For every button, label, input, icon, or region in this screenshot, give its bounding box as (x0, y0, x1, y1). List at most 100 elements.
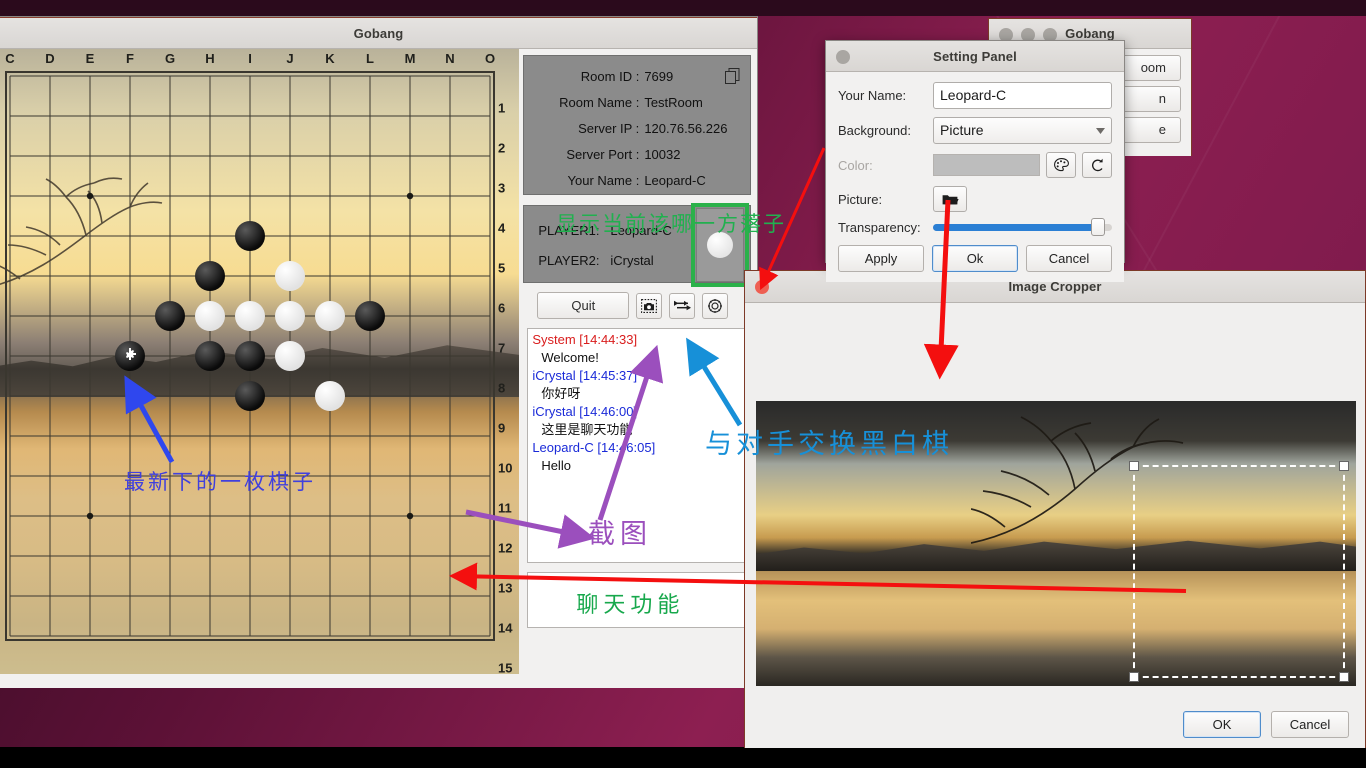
board-row-label: 4 (498, 221, 505, 236)
swap-colors-button[interactable] (669, 293, 695, 319)
transparency-label: Transparency: (838, 220, 933, 235)
camera-icon (641, 299, 657, 313)
board-column-label: M (405, 51, 416, 66)
your-name-row: Your Name: Leopard-C (838, 82, 1112, 109)
board-column-label: K (325, 51, 334, 66)
player2-label: PLAYER2: (538, 253, 599, 268)
board-stone[interactable] (315, 381, 345, 411)
gobang-main-window[interactable]: Gobang CDEFGHIJKLMNO CDEFGHIJKLMNO (0, 16, 758, 688)
crop-cancel-button[interactable]: Cancel (1271, 711, 1349, 738)
board-stone[interactable] (275, 341, 305, 371)
chat-message-text: Welcome! (532, 349, 745, 367)
close-icon[interactable] (836, 50, 850, 64)
board-stone[interactable] (235, 341, 265, 371)
chat-message-header: System [14:44:33] (532, 331, 745, 349)
image-cropper-window[interactable]: Image Cropper OK Cancel (744, 270, 1366, 748)
room-name-label: Room Name : (534, 90, 639, 116)
close-icon[interactable] (755, 280, 769, 294)
color-swatch[interactable] (933, 154, 1040, 176)
setting-title: Setting Panel (933, 49, 1017, 64)
crop-handle-top-right[interactable] (1339, 461, 1349, 471)
board-column-label: H (205, 51, 214, 66)
board-stone[interactable] (355, 301, 385, 331)
room-name-row: Room Name : TestRoom (534, 90, 740, 116)
setting-titlebar: Setting Panel (826, 41, 1124, 72)
board-stone[interactable] (195, 341, 225, 371)
board-column-label: G (165, 51, 175, 66)
board-row-label: 10 (498, 461, 512, 476)
gobang-title: Gobang (354, 26, 404, 41)
color-picker-button[interactable] (1046, 152, 1076, 178)
settings-button[interactable] (702, 293, 728, 319)
board-stone[interactable] (275, 261, 305, 291)
board-stone[interactable] (275, 301, 305, 331)
setting-buttons: Apply Ok Cancel (838, 245, 1112, 272)
crop-handle-bottom-right[interactable] (1339, 672, 1349, 682)
chat-log[interactable]: System [14:44:33] Welcome! iCrystal [14:4… (527, 328, 750, 563)
crop-selection-box[interactable] (1133, 465, 1345, 678)
screenshot-button[interactable] (636, 293, 662, 319)
board-stone[interactable] (195, 261, 225, 291)
player2-value: iCrystal (610, 253, 653, 268)
chat-message-header: iCrystal [14:46:00] (532, 403, 745, 421)
board-row-label: 14 (498, 621, 512, 636)
room-id-label: Room ID : (534, 64, 639, 90)
chat-message-text: 这里是聊天功能 (532, 421, 745, 439)
chat-annotation: 聊天功能 (576, 587, 684, 619)
server-port-value: 10032 (639, 142, 680, 168)
gobang-back-title: Gobang (1065, 26, 1115, 41)
room-id-value: 7699 (639, 64, 673, 90)
background-select[interactable]: Picture (933, 117, 1112, 144)
your-name-value: Leopard-C (639, 168, 705, 194)
player1-value: Leopard-C (610, 223, 671, 238)
board-stone[interactable] (235, 381, 265, 411)
crop-handle-top-left[interactable] (1129, 461, 1139, 471)
cropper-window-controls[interactable] (755, 280, 769, 294)
server-ip-value: 120.76.56.226 (639, 116, 727, 142)
crop-ok-button[interactable]: OK (1183, 711, 1261, 738)
turn-indicator (696, 208, 744, 282)
chat-message-text: 你好呀 (532, 385, 745, 403)
chat-message-header: Leopard-C [14:46:05] (532, 439, 745, 457)
your-name-field[interactable]: Leopard-C (933, 82, 1112, 109)
server-port-row: Server Port : 10032 (534, 142, 740, 168)
quit-button[interactable]: Quit (537, 292, 629, 319)
transparency-slider-knob[interactable] (1091, 218, 1105, 236)
crop-handle-bottom-left[interactable] (1129, 672, 1139, 682)
setting-panel-window[interactable]: Setting Panel Your Name: Leopard-C Backg… (825, 40, 1125, 263)
picture-browse-button[interactable] (933, 186, 967, 212)
setting-window-controls[interactable] (836, 50, 850, 64)
transparency-slider[interactable] (933, 224, 1112, 231)
apply-button[interactable]: Apply (838, 245, 924, 272)
background-select-value: Picture (940, 118, 984, 143)
cropper-body: OK Cancel (745, 303, 1365, 748)
board-stone[interactable] (155, 301, 185, 331)
gobang-side-panel: Room ID : 7699 Room Name : TestRoom Serv… (519, 49, 757, 688)
room-name-value: TestRoom (639, 90, 703, 116)
board-stone[interactable] (315, 301, 345, 331)
chat-input[interactable]: 聊天功能 (527, 572, 750, 628)
background-row: Background: Picture (838, 117, 1112, 144)
server-ip-row: Server IP : 120.76.56.226 (534, 116, 740, 142)
ok-button[interactable]: Ok (932, 245, 1018, 272)
gobang-titlebar: Gobang (0, 17, 757, 49)
board-stone[interactable] (235, 301, 265, 331)
copy-icon[interactable] (725, 68, 740, 84)
board-row-label: 6 (498, 301, 505, 316)
swap-arrows-icon (674, 299, 691, 312)
background-label: Background: (838, 123, 933, 138)
game-board[interactable]: CDEFGHIJKLMNO CDEFGHIJKLMNO (0, 49, 519, 674)
cancel-button[interactable]: Cancel (1026, 245, 1112, 272)
board-row-label: 15 (498, 661, 512, 676)
board-stone[interactable] (115, 341, 145, 371)
board-column-labels-top: CDEFGHIJKLMNO (0, 51, 519, 77)
board-row-label: 8 (498, 381, 505, 396)
gear-icon (707, 298, 723, 314)
board-row-label: 9 (498, 421, 505, 436)
board-column-label: J (286, 51, 293, 66)
color-reset-button[interactable] (1082, 152, 1112, 178)
board-column-label: I (248, 51, 252, 66)
board-stone[interactable] (195, 301, 225, 331)
board-stone[interactable] (235, 221, 265, 251)
board-row-label: 3 (498, 181, 505, 196)
